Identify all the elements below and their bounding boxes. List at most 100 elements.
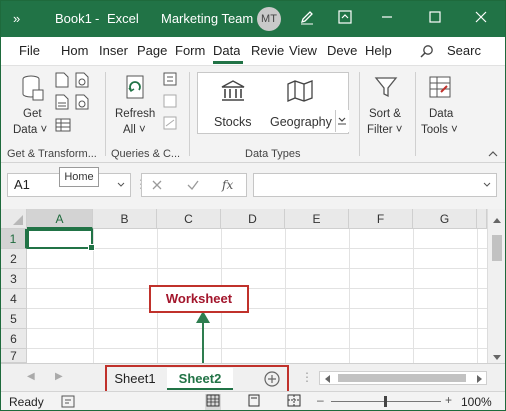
app-name: Excel xyxy=(107,11,139,26)
tab-file[interactable]: File xyxy=(19,43,40,58)
column-header-c[interactable]: C xyxy=(157,209,221,229)
scroll-right-icon[interactable] xyxy=(476,373,484,387)
scroll-left-icon[interactable] xyxy=(323,373,331,387)
chevron-down-icon[interactable] xyxy=(116,174,126,203)
data-tools-label[interactable]: Data xyxy=(429,108,453,120)
group-label-queries: Queries & C... xyxy=(111,148,181,160)
row-header-7[interactable]: 7 xyxy=(1,349,27,363)
page-break-icon[interactable] xyxy=(287,394,301,410)
geography-label[interactable]: Geography xyxy=(270,115,332,129)
tab-page-layout[interactable]: Page xyxy=(137,43,167,58)
vertical-scroll-thumb[interactable] xyxy=(492,235,502,261)
gallery-more-icon[interactable] xyxy=(335,110,349,132)
row-header-6[interactable]: 6 xyxy=(1,329,27,349)
avatar[interactable]: MT xyxy=(257,7,281,31)
existing-connections-icon[interactable] xyxy=(55,118,71,135)
insert-function-icon[interactable]: fx xyxy=(222,178,233,192)
scroll-up-icon[interactable] xyxy=(492,213,502,227)
row-header-4[interactable]: 4 xyxy=(1,289,27,309)
geography-icon[interactable] xyxy=(286,79,314,106)
database-icon[interactable] xyxy=(21,74,45,105)
refresh-all-icon[interactable] xyxy=(121,74,149,105)
group-label-data-types: Data Types xyxy=(245,148,301,160)
accessibility-icon[interactable] xyxy=(61,395,75,410)
sort-filter-label[interactable]: Sort & xyxy=(369,108,401,120)
prev-sheet-icon[interactable]: ◀ xyxy=(27,371,35,382)
from-table-icon[interactable] xyxy=(55,94,69,113)
ribbon-display-icon[interactable] xyxy=(335,9,355,29)
quick-access-overflow[interactable]: » xyxy=(13,11,20,26)
column-header-a[interactable]: A xyxy=(27,209,93,229)
tab-formulas[interactable]: Form xyxy=(175,43,205,58)
formula-input[interactable] xyxy=(253,173,497,197)
stocks-icon[interactable] xyxy=(220,79,246,106)
from-text-icon[interactable] xyxy=(55,72,69,91)
from-web-icon[interactable] xyxy=(75,72,89,91)
page-layout-icon[interactable] xyxy=(247,394,261,410)
active-cell-a1[interactable] xyxy=(27,229,95,251)
refresh-label[interactable]: Refresh xyxy=(115,108,155,120)
search-box[interactable]: Searc xyxy=(447,43,481,58)
zoom-level[interactable]: 100% xyxy=(461,395,492,409)
select-all-corner[interactable] xyxy=(1,209,27,229)
maximize-icon[interactable] xyxy=(425,9,445,29)
stocks-label[interactable]: Stocks xyxy=(214,115,252,129)
sort-filter-dropdown[interactable]: Filter ˅ xyxy=(367,124,402,136)
tab-split-handle[interactable]: ⋮ xyxy=(301,370,313,384)
column-header-d[interactable]: D xyxy=(221,209,285,229)
zoom-out-icon[interactable]: – xyxy=(317,393,324,407)
data-tools-dropdown[interactable]: Tools ˅ xyxy=(421,124,458,136)
pen-icon[interactable] xyxy=(297,9,317,29)
normal-view-icon[interactable] xyxy=(205,394,221,410)
close-icon[interactable] xyxy=(471,9,491,29)
column-header-e[interactable]: E xyxy=(285,209,349,229)
tab-data[interactable]: Data xyxy=(213,43,240,58)
excel-window: » Book1 - Excel Marketing Team MT File H… xyxy=(0,0,506,411)
expand-formula-icon[interactable] xyxy=(482,174,492,199)
tab-review[interactable]: Revie xyxy=(251,43,284,58)
document-name: Book1 xyxy=(55,11,92,26)
data-tools-icon[interactable] xyxy=(427,74,453,103)
recent-sources-icon[interactable] xyxy=(75,94,89,113)
tab-view[interactable]: View xyxy=(289,43,317,58)
cancel-icon[interactable] xyxy=(150,178,164,195)
next-sheet-icon[interactable]: ▶ xyxy=(55,371,63,382)
zoom-in-icon[interactable]: + xyxy=(445,393,452,407)
status-ready: Ready xyxy=(9,395,44,409)
tab-developer[interactable]: Deve xyxy=(327,43,357,58)
row-header-5[interactable]: 5 xyxy=(1,309,27,329)
title-separator: - xyxy=(95,11,100,26)
worksheet-callout: Worksheet xyxy=(149,285,249,313)
enter-icon[interactable] xyxy=(186,178,200,195)
get-data-label[interactable]: Get xyxy=(23,108,42,120)
column-header-b[interactable]: B xyxy=(93,209,157,229)
account-name[interactable]: Marketing Team xyxy=(161,11,253,26)
annotation-arrow xyxy=(196,311,210,363)
tab-insert[interactable]: Inser xyxy=(99,43,128,58)
search-icon[interactable] xyxy=(419,44,435,63)
active-tab-indicator xyxy=(213,61,243,64)
queries-connections-icon[interactable] xyxy=(163,72,177,89)
column-header-g[interactable]: G xyxy=(413,209,477,229)
minimize-icon[interactable] xyxy=(377,9,397,29)
row-header-1[interactable]: 1 xyxy=(1,229,27,249)
tooltip-home: Home xyxy=(59,167,99,187)
name-box-value: A1 xyxy=(14,177,30,192)
formula-buttons: fx xyxy=(141,173,247,197)
worksheet-grid[interactable]: A B C D E F G 1 2 3 4 5 6 7 xyxy=(1,209,505,363)
data-ribbon: Get Data ˅ Refresh All ˅ Stocks Geograph… xyxy=(1,65,505,163)
horizontal-scroll-thumb[interactable] xyxy=(338,374,466,382)
get-data-dropdown[interactable]: Data ˅ xyxy=(13,124,47,136)
group-label-get-transform: Get & Transform... xyxy=(7,148,97,160)
vertical-scrollbar[interactable] xyxy=(487,209,505,363)
horizontal-scrollbar[interactable] xyxy=(319,371,487,385)
filter-icon[interactable] xyxy=(373,74,399,103)
column-header-f[interactable]: F xyxy=(349,209,413,229)
refresh-dropdown[interactable]: All ˅ xyxy=(123,124,146,136)
tab-home[interactable]: Hom xyxy=(61,43,88,58)
collapse-ribbon-icon[interactable] xyxy=(487,148,499,162)
tab-help[interactable]: Help xyxy=(365,43,392,58)
zoom-slider-thumb[interactable] xyxy=(384,396,387,407)
row-header-2[interactable]: 2 xyxy=(1,249,27,269)
row-header-3[interactable]: 3 xyxy=(1,269,27,289)
